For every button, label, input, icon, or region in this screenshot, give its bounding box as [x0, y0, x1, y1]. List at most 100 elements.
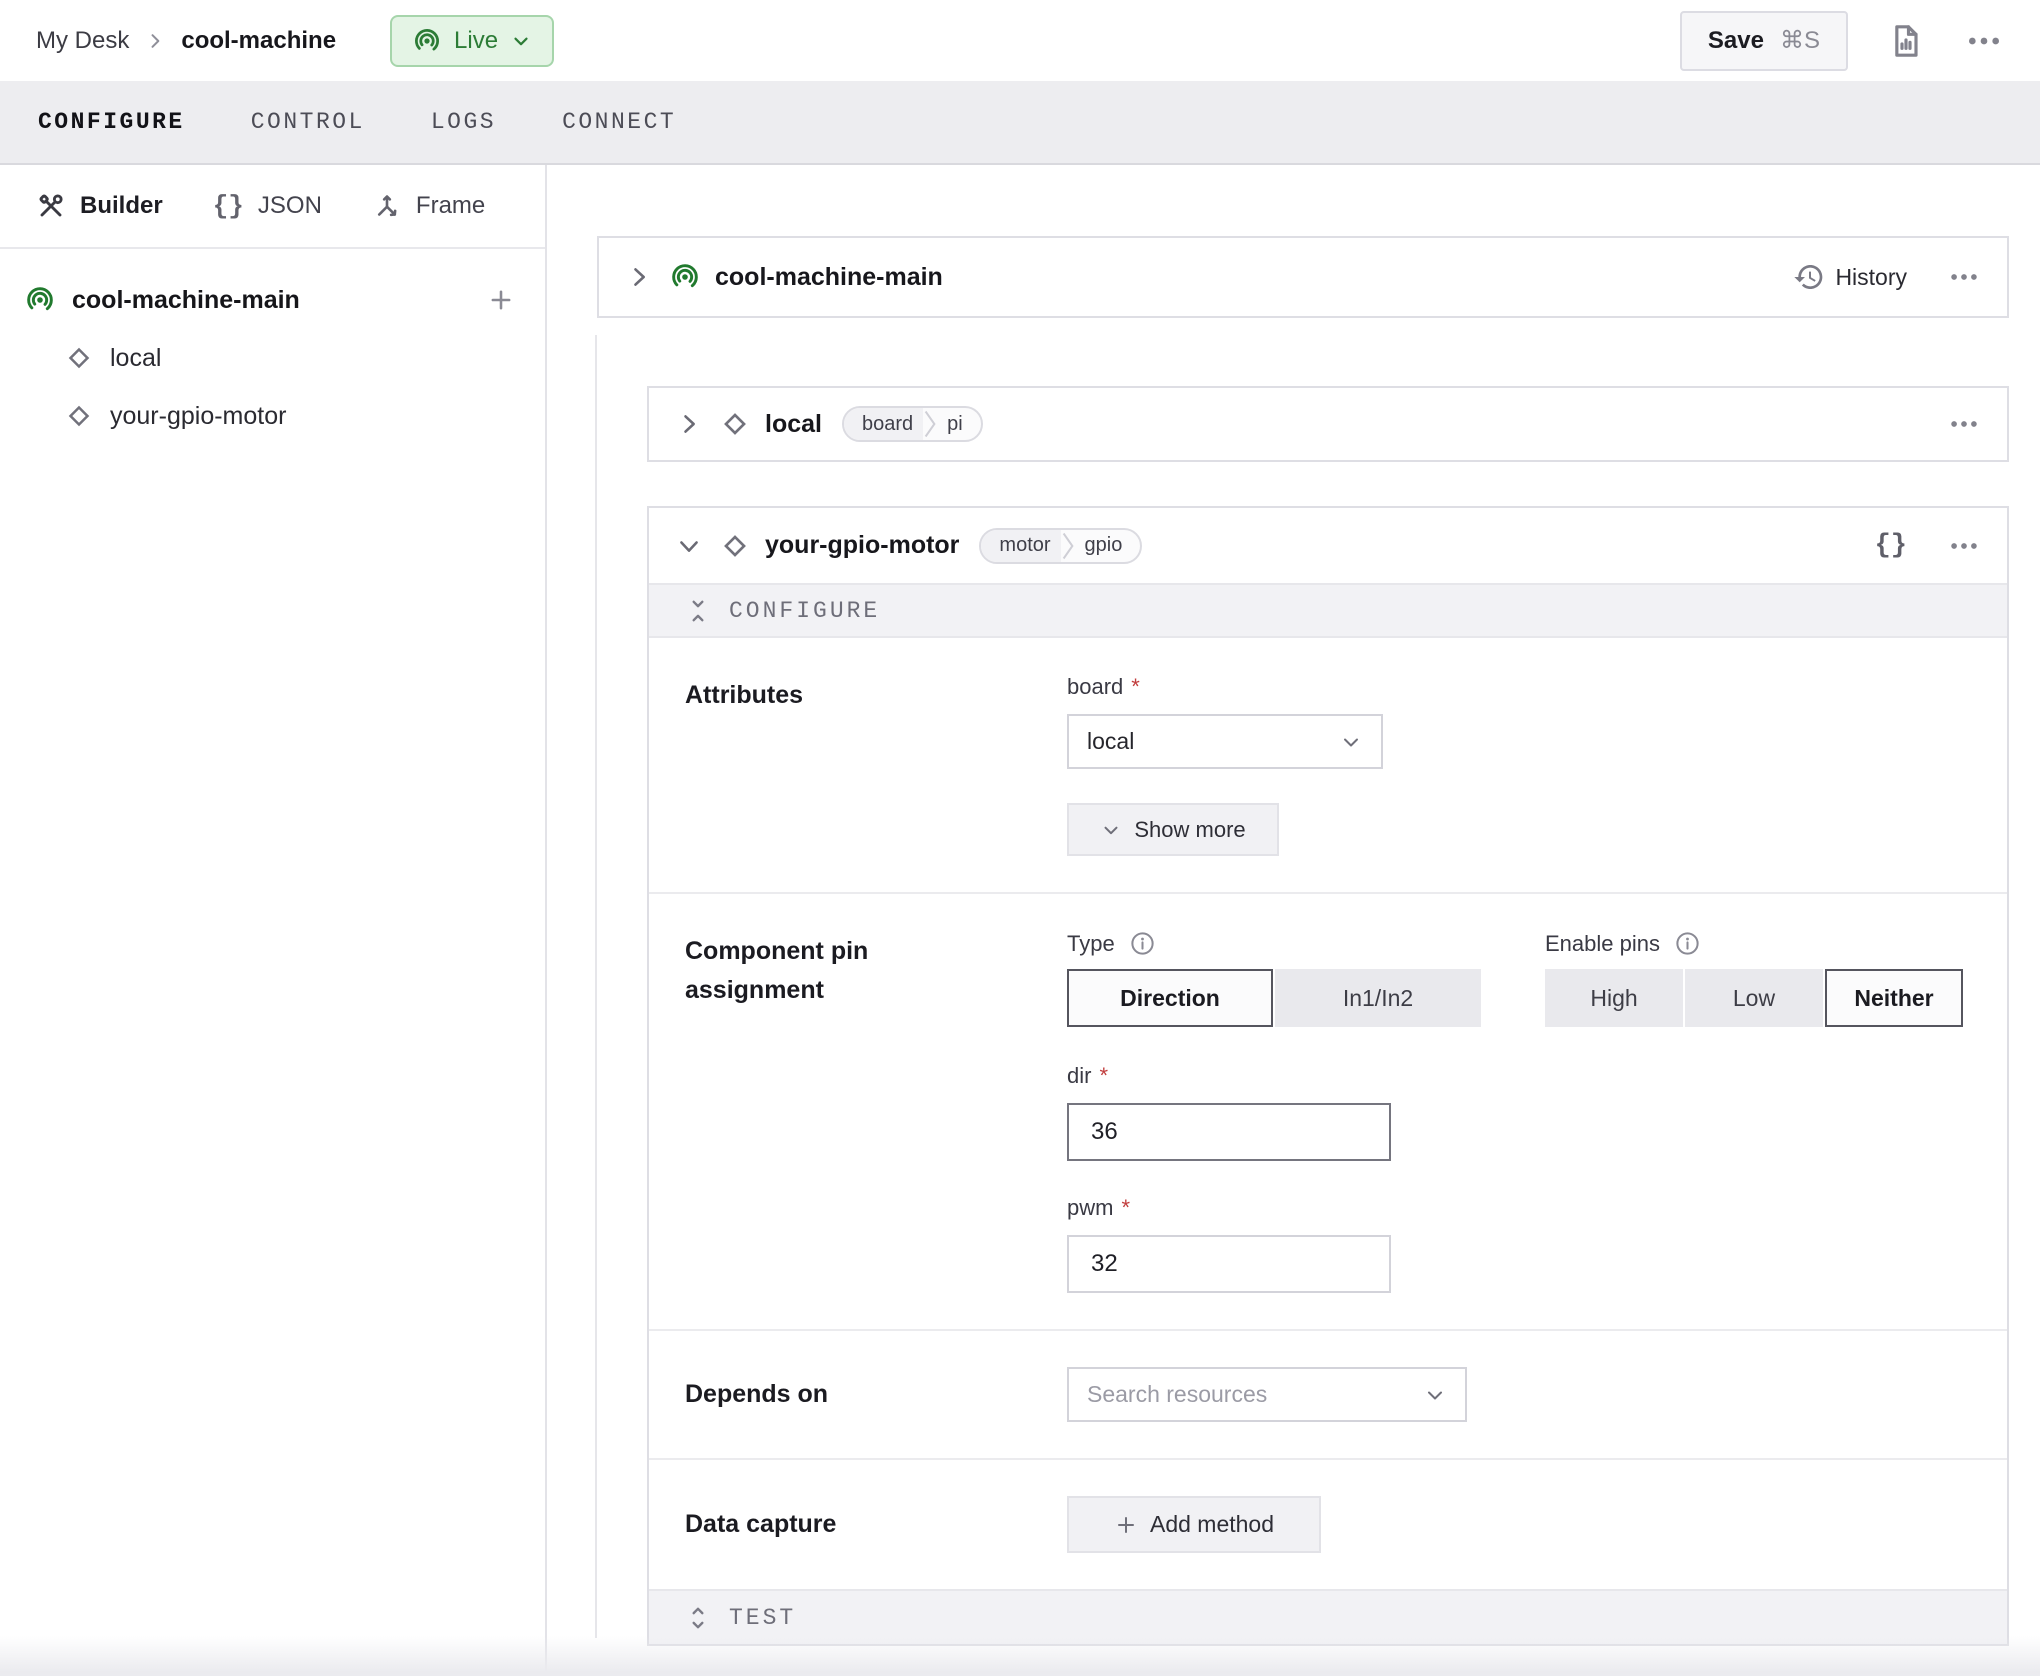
add-component-button[interactable]	[487, 286, 515, 314]
add-method-label: Add method	[1150, 1511, 1274, 1538]
configure-section-label: CONFIGURE	[729, 598, 880, 624]
pwm-field: pwm *	[1067, 1195, 1971, 1293]
braces-icon: {}	[213, 191, 244, 221]
machine-report-button[interactable]	[1886, 21, 1926, 61]
ellipsis-icon	[1947, 260, 1981, 294]
expand-chevron-right-icon[interactable]	[675, 410, 703, 438]
show-more-label: Show more	[1134, 817, 1245, 843]
info-icon[interactable]	[1129, 930, 1156, 957]
info-icon[interactable]	[1674, 930, 1701, 957]
tree-item-label: your-gpio-motor	[110, 402, 286, 431]
gpio-motor-card: your-gpio-motor motor gpio {}	[647, 506, 2009, 1646]
board-select[interactable]: local	[1067, 714, 1383, 769]
overflow-menu-button[interactable]	[1964, 21, 2004, 61]
gpio-motor-card-title: your-gpio-motor	[765, 531, 959, 560]
view-json-braces-button[interactable]: {}	[1875, 531, 1907, 561]
expand-chevron-right-icon[interactable]	[625, 263, 653, 291]
pin-assignment-heading: Component pin assignment	[685, 930, 1067, 1293]
breadcrumb-parent[interactable]: My Desk	[36, 27, 129, 55]
attributes-heading: Attributes	[685, 674, 1067, 856]
type-option-direction[interactable]: Direction	[1067, 969, 1273, 1027]
show-more-button[interactable]: Show more	[1067, 803, 1279, 856]
part-menu-button[interactable]	[1947, 260, 1981, 294]
main-panel: cool-machine-main History	[547, 165, 2040, 1676]
data-capture-row: Data capture Add method	[649, 1458, 2007, 1589]
enable-pins-toggle: High Low Neither	[1545, 969, 1963, 1027]
depends-on-select[interactable]: Search resources	[1067, 1367, 1467, 1422]
save-label: Save	[1708, 27, 1764, 55]
tree-item-machine-part[interactable]: cool-machine-main	[0, 271, 545, 329]
view-frame-label: Frame	[416, 192, 485, 220]
view-json-label: JSON	[258, 192, 322, 220]
sidebar: Builder {} JSON Frame	[0, 165, 547, 1676]
tab-control[interactable]: CONTROL	[251, 109, 365, 135]
collapse-chevron-down-icon[interactable]	[675, 532, 703, 560]
tree-root-label: cool-machine-main	[72, 286, 300, 315]
save-button[interactable]: Save ⌘S	[1680, 11, 1848, 71]
breadcrumb-separator-icon	[145, 31, 165, 51]
local-card-title: local	[765, 410, 822, 439]
enable-pins-group: Enable pins High Low Neither	[1545, 930, 1963, 1027]
pwm-field-label: pwm *	[1067, 1195, 1971, 1221]
test-section-bar[interactable]: TEST	[649, 1589, 2007, 1644]
gpio-motor-card-header: your-gpio-motor motor gpio {}	[649, 508, 2007, 583]
machine-config-page: My Desk cool-machine Live Save ⌘S	[0, 0, 2040, 1676]
history-label: History	[1835, 264, 1907, 291]
view-json[interactable]: {} JSON	[213, 191, 322, 221]
breadcrumb-current: cool-machine	[181, 27, 336, 55]
live-status-button[interactable]: Live	[390, 15, 554, 67]
chevron-down-icon	[1339, 730, 1363, 754]
ellipsis-icon	[1964, 21, 2004, 61]
broadcast-icon	[412, 26, 442, 56]
view-switcher: Builder {} JSON Frame	[0, 165, 545, 249]
tree-item-your-gpio-motor[interactable]: your-gpio-motor	[0, 387, 545, 445]
badge-separator-icon	[923, 409, 937, 439]
history-button[interactable]: History	[1793, 261, 1907, 293]
add-method-button[interactable]: Add method	[1067, 1496, 1321, 1553]
depends-on-placeholder: Search resources	[1087, 1381, 1423, 1408]
enable-option-neither[interactable]: Neither	[1825, 969, 1963, 1027]
type-toggle: Direction In1/In2	[1067, 969, 1545, 1027]
component-diamond-icon	[719, 408, 751, 440]
machine-part-title: cool-machine-main	[715, 263, 943, 292]
enable-option-high[interactable]: High	[1545, 969, 1683, 1027]
pin-assignment-row: Component pin assignment Type	[649, 892, 2007, 1329]
component-menu-button[interactable]	[1947, 529, 1981, 563]
tools-icon	[36, 191, 66, 221]
dir-pin-input[interactable]	[1067, 1103, 1391, 1161]
configure-section-bar[interactable]: CONFIGURE	[649, 583, 2007, 638]
tab-logs[interactable]: LOGS	[431, 109, 496, 135]
badge-model: gpio	[1075, 530, 1141, 562]
machine-part-icon	[24, 284, 56, 316]
tab-configure[interactable]: CONFIGURE	[38, 109, 185, 135]
depends-on-heading: Depends on	[685, 1375, 1067, 1414]
test-section-label: TEST	[729, 1605, 796, 1631]
component-diamond-icon	[64, 343, 94, 373]
view-frame[interactable]: Frame	[372, 191, 485, 221]
resource-tree: cool-machine-main local your	[0, 249, 545, 445]
enable-pins-label: Enable pins	[1545, 930, 1963, 957]
component-menu-button[interactable]	[1947, 407, 1981, 441]
tree-item-label: local	[110, 344, 161, 373]
pwm-pin-input[interactable]	[1067, 1235, 1391, 1293]
enable-option-low[interactable]: Low	[1685, 969, 1823, 1027]
type-label: Type	[1067, 930, 1545, 957]
tree-item-local[interactable]: local	[0, 329, 545, 387]
machine-part-icon	[669, 261, 701, 293]
badge-separator-icon	[1061, 531, 1075, 561]
component-diamond-icon	[719, 530, 751, 562]
badge-model: pi	[937, 408, 981, 440]
ellipsis-icon	[1947, 407, 1981, 441]
badge-type: board	[844, 408, 923, 440]
machine-part-card: cool-machine-main History	[597, 236, 2009, 318]
collapse-section-icon	[685, 598, 711, 624]
dir-field: dir *	[1067, 1063, 1971, 1161]
type-option-in1in2[interactable]: In1/In2	[1275, 969, 1481, 1027]
local-board-card: local board pi	[647, 386, 2009, 462]
ellipsis-icon	[1947, 529, 1981, 563]
view-builder-label: Builder	[80, 192, 163, 220]
tab-connect[interactable]: CONNECT	[562, 109, 676, 135]
view-builder[interactable]: Builder	[36, 191, 163, 221]
tab-bar: CONFIGURE CONTROL LOGS CONNECT	[0, 81, 2040, 165]
breadcrumb: My Desk cool-machine	[36, 27, 336, 55]
